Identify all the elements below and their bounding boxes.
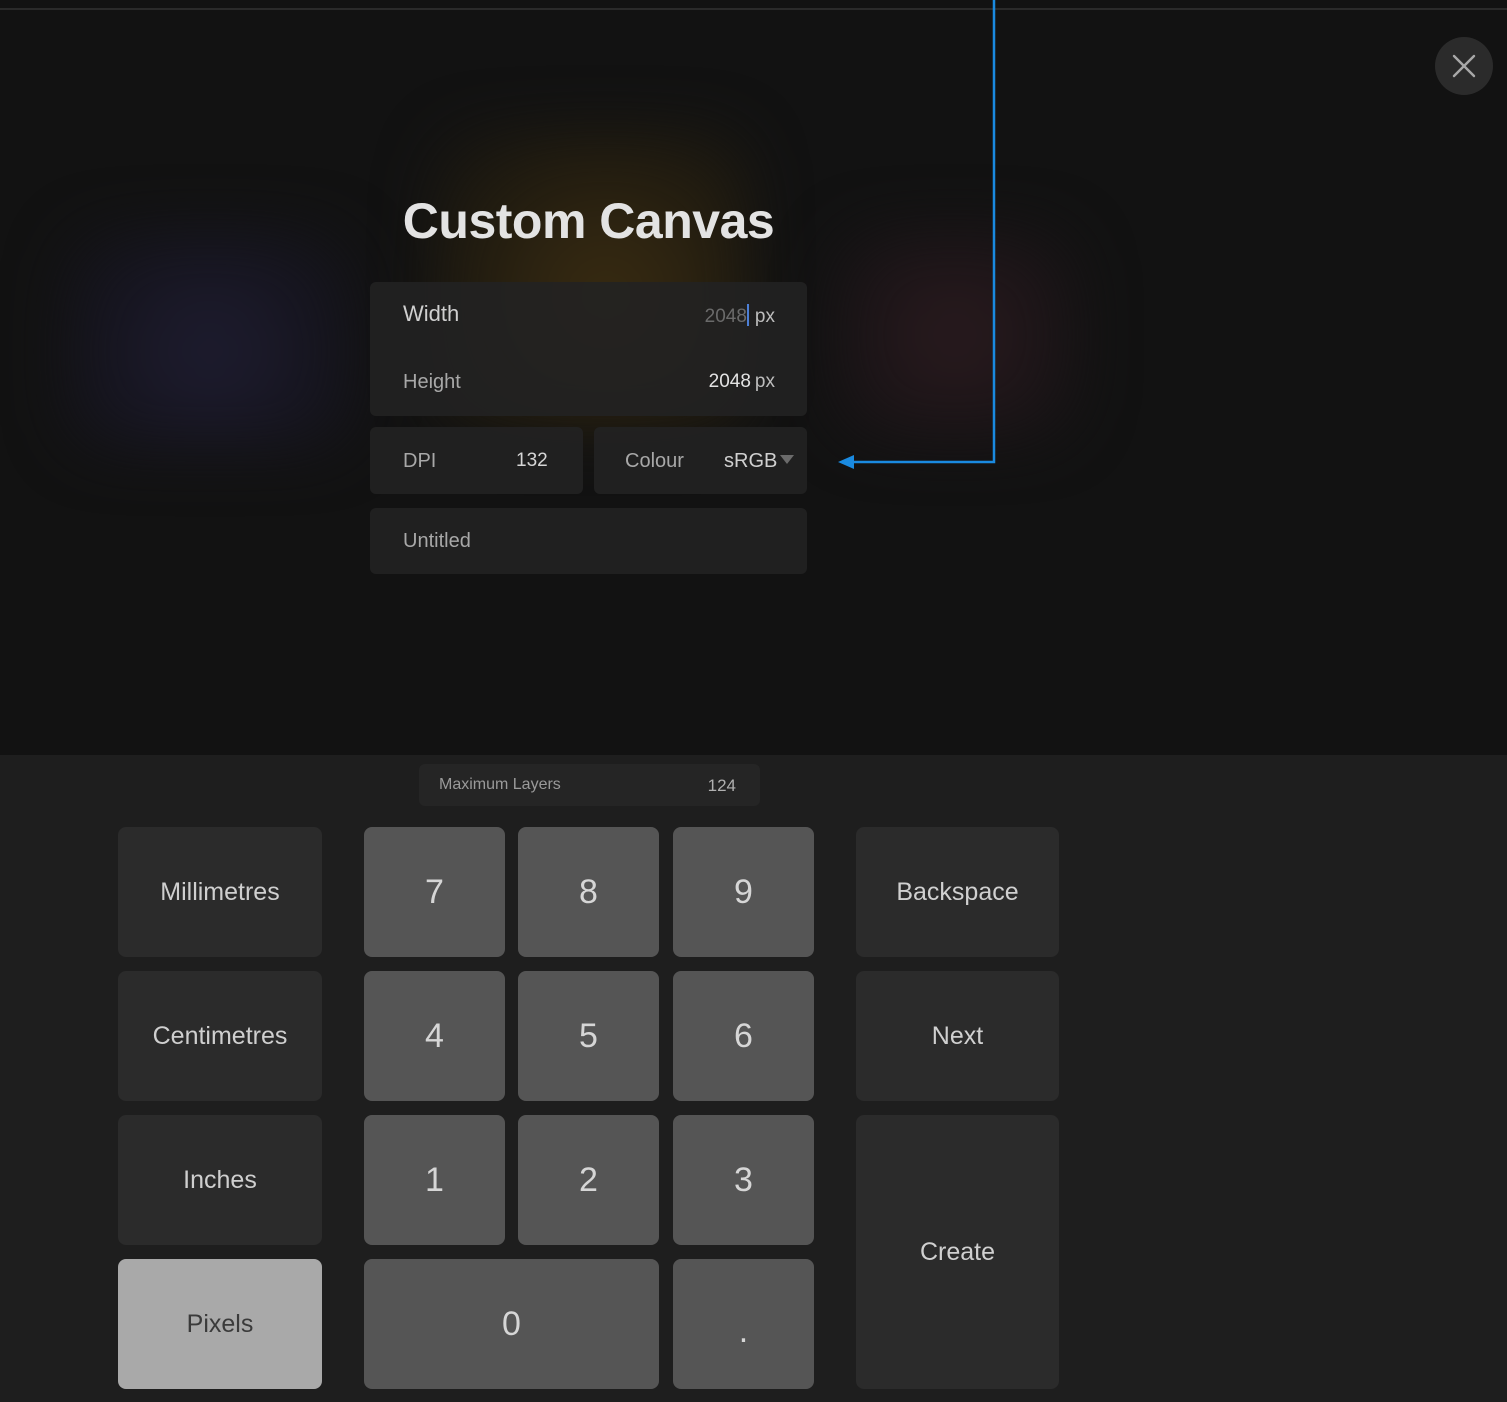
canvas-name-value: Untitled — [403, 530, 471, 552]
width-value: 2048 — [704, 306, 747, 327]
procreate-custom-canvas-screen: Custom Canvas Width 2048 px Height 2048 px… — [0, 0, 1507, 1402]
width-label: Width — [403, 301, 460, 326]
close-button[interactable] — [1435, 37, 1493, 95]
create-button[interactable]: Create — [856, 1115, 1059, 1389]
maximum-layers-label: Maximum Layers — [439, 776, 561, 793]
key-7[interactable]: 7 — [364, 827, 505, 957]
dimensions-panel: Width 2048 px Height 2048 px — [370, 282, 807, 416]
key-decimal-point-label: . — [738, 1312, 749, 1350]
unit-centimetres-button[interactable]: Centimetres — [118, 971, 322, 1101]
blurred-thumbnail-right — [830, 230, 1080, 440]
key-decimal-point[interactable]: . — [673, 1259, 814, 1389]
dpi-value: 132 — [516, 450, 548, 471]
dialog-title: Custom Canvas — [402, 193, 775, 249]
maximum-layers-value: 124 — [707, 776, 736, 795]
unit-inches-button[interactable]: Inches — [118, 1115, 322, 1245]
key-2[interactable]: 2 — [518, 1115, 659, 1245]
unit-pixels-button[interactable]: Pixels — [118, 1259, 322, 1389]
height-label: Height — [403, 371, 461, 393]
canvas-name-field[interactable]: Untitled — [370, 508, 807, 574]
key-4[interactable]: 4 — [364, 971, 505, 1101]
colour-profile-field[interactable]: Colour sRGB — [594, 427, 807, 494]
height-value: 2048 — [708, 371, 751, 392]
unit-millimetres-button[interactable]: Millimetres — [118, 827, 322, 957]
dropdown-triangle-icon[interactable] — [780, 455, 794, 465]
key-6[interactable]: 6 — [673, 971, 814, 1101]
key-5[interactable]: 5 — [518, 971, 659, 1101]
blurred-thumbnail-left — [60, 230, 360, 450]
key-0[interactable]: 0 — [364, 1259, 659, 1389]
colour-value: sRGB — [724, 450, 778, 472]
width-unit: px — [754, 306, 775, 327]
maximum-layers-indicator: Maximum Layers 124 — [419, 764, 760, 806]
width-field[interactable]: 2048 px — [705, 304, 775, 328]
top-divider — [0, 8, 1507, 10]
dpi-label: DPI — [403, 450, 437, 472]
text-cursor — [746, 304, 749, 326]
next-button[interactable]: Next — [856, 971, 1059, 1101]
height-field[interactable]: 2048 px — [709, 371, 775, 393]
backspace-button[interactable]: Backspace — [856, 827, 1059, 957]
key-1[interactable]: 1 — [364, 1115, 505, 1245]
dpi-field[interactable]: DPI 132 — [370, 427, 583, 494]
key-3[interactable]: 3 — [673, 1115, 814, 1245]
key-9[interactable]: 9 — [673, 827, 814, 957]
colour-label: Colour — [625, 450, 684, 472]
close-icon — [1452, 54, 1476, 78]
key-8[interactable]: 8 — [518, 827, 659, 957]
height-unit: px — [754, 371, 775, 392]
